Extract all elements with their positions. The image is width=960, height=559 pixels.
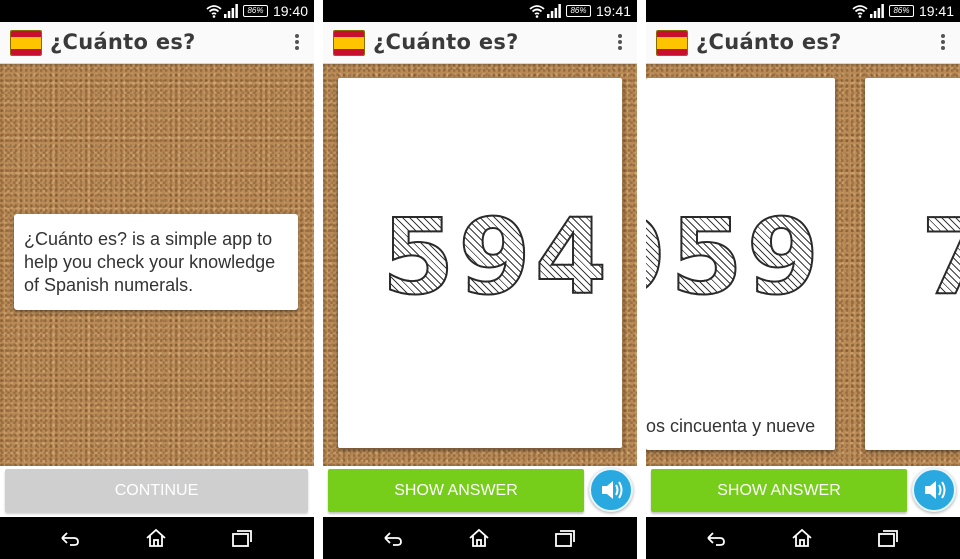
app-title: ¿Cuánto es? — [50, 30, 196, 54]
overflow-menu-icon[interactable] — [617, 34, 623, 52]
app-bar: ¿Cuánto es? — [323, 22, 637, 64]
nav-bar — [323, 517, 637, 559]
wifi-icon — [529, 5, 545, 18]
speaker-icon — [925, 481, 946, 499]
number-card[interactable]: 594 — [338, 78, 622, 448]
wifi-icon — [852, 5, 868, 18]
next-card-number: 7 — [920, 195, 960, 319]
screen-quiz-swipe: 86% 19:41 ¿Cuánto es? 959 os cincuenta y… — [646, 0, 960, 559]
wifi-icon — [206, 5, 222, 18]
spain-flag-icon — [656, 30, 688, 56]
show-answer-button[interactable]: SHOW ANSWER — [651, 469, 907, 512]
recent-apps-icon[interactable] — [876, 527, 900, 549]
spain-flag-icon — [10, 30, 42, 56]
speaker-button[interactable] — [589, 468, 633, 512]
next-number-card[interactable]: 7 — [865, 78, 960, 450]
show-answer-button[interactable]: SHOW ANSWER — [328, 469, 584, 512]
status-bar: 86% 19:41 — [323, 0, 637, 22]
bottom-bar: CONTINUE — [0, 466, 314, 517]
signal-icon — [224, 4, 238, 18]
app-title: ¿Cuánto es? — [373, 30, 519, 54]
home-icon[interactable] — [790, 527, 814, 549]
spain-flag-icon — [333, 30, 365, 56]
overflow-menu-icon[interactable] — [940, 34, 946, 52]
speaker-icon — [602, 481, 623, 499]
status-bar: 86% 19:41 — [646, 0, 960, 22]
answer-text: os cincuenta y nueve — [646, 416, 816, 436]
home-icon[interactable] — [467, 527, 491, 549]
continue-button[interactable]: CONTINUE — [5, 469, 308, 512]
app-title: ¿Cuánto es? — [696, 30, 842, 54]
speaker-button[interactable] — [912, 468, 956, 512]
recent-apps-icon[interactable] — [553, 527, 577, 549]
app-bar: ¿Cuánto es? — [0, 22, 314, 64]
back-icon[interactable] — [58, 527, 82, 549]
battery-icon: 86% — [566, 5, 591, 17]
home-icon[interactable] — [144, 527, 168, 549]
battery-icon: 86% — [889, 5, 914, 17]
card-number: 594 — [381, 195, 612, 319]
nav-bar — [646, 517, 960, 559]
status-bar: 86% 19:40 — [0, 0, 314, 22]
number-card[interactable]: 959 os cincuenta y nueve — [646, 78, 835, 450]
nav-bar — [0, 517, 314, 559]
signal-icon — [870, 4, 884, 18]
cork-board: ¿Cuánto es? is a simple app to help you … — [0, 64, 314, 466]
clock: 19:41 — [918, 3, 954, 19]
screen-intro: 86% 19:40 ¿Cuánto es? ¿Cuánto es? is a s… — [0, 0, 314, 559]
battery-icon: 86% — [243, 5, 268, 17]
back-icon[interactable] — [704, 527, 728, 549]
clock: 19:41 — [595, 3, 631, 19]
bottom-bar: SHOW ANSWER — [646, 466, 960, 517]
cork-board: 959 os cincuenta y nueve 7 — [646, 64, 960, 466]
screen-quiz: 86% 19:41 ¿Cuánto es? 594 SHOW ANSWER — [323, 0, 637, 559]
overflow-menu-icon[interactable] — [294, 34, 300, 52]
card-number-partial: 959 — [646, 195, 823, 319]
clock: 19:40 — [272, 3, 308, 19]
back-icon[interactable] — [381, 527, 405, 549]
app-bar: ¿Cuánto es? — [646, 22, 960, 64]
signal-icon — [547, 4, 561, 18]
bottom-bar: SHOW ANSWER — [323, 466, 637, 517]
intro-message: ¿Cuánto es? is a simple app to help you … — [14, 214, 298, 310]
recent-apps-icon[interactable] — [230, 527, 254, 549]
cork-board: 594 — [323, 64, 637, 466]
